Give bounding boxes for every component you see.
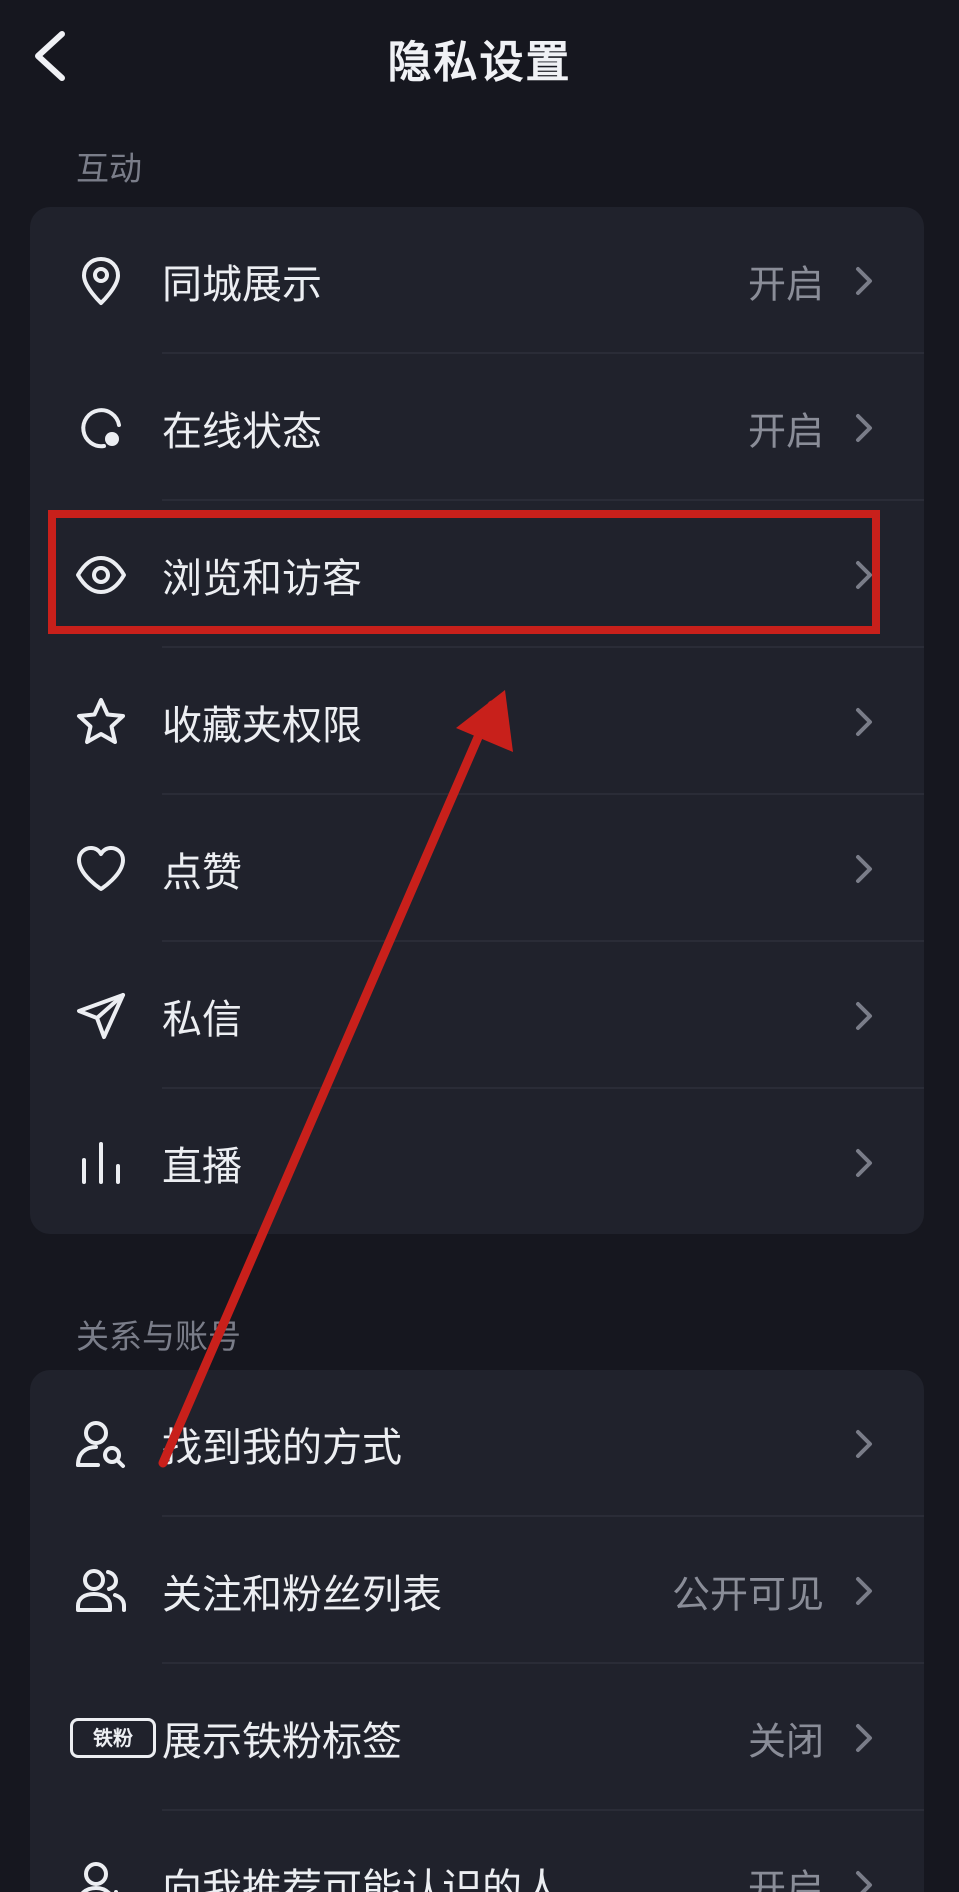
header: 隐私设置 — [0, 0, 959, 112]
users-icon — [76, 1568, 126, 1612]
setting-row-direct-messages[interactable]: 私信 — [30, 942, 924, 1089]
user-search-icon — [76, 1420, 125, 1468]
annotation-highlight-box — [48, 510, 880, 634]
location-pin-icon — [82, 256, 120, 305]
setting-row-show-iron-fan-tag[interactable]: 铁粉 展示铁粉标签 关闭 — [30, 1664, 924, 1811]
chevron-right-icon — [856, 1001, 872, 1030]
setting-value: 公开可见 — [671, 1572, 824, 1616]
setting-value: 开启 — [747, 262, 824, 306]
setting-row-nearby-display[interactable]: 同城展示 开启 — [30, 207, 924, 354]
setting-value: 关闭 — [747, 1719, 824, 1763]
online-status-icon — [81, 407, 121, 448]
chevron-right-icon — [856, 266, 872, 295]
chevron-right-icon — [856, 854, 872, 883]
section-title-interaction: 互动 — [76, 149, 142, 188]
setting-row-ways-to-find-me[interactable]: 找到我的方式 — [30, 1370, 924, 1517]
chevron-right-icon — [856, 1576, 872, 1605]
chevron-right-icon — [856, 707, 872, 736]
setting-row-likes[interactable]: 点赞 — [30, 795, 924, 942]
chevron-right-icon — [856, 413, 872, 442]
setting-label: 点赞 — [162, 849, 242, 896]
setting-label: 直播 — [162, 1143, 242, 1190]
page-title: 隐私设置 — [387, 37, 572, 88]
setting-label: 展示铁粉标签 — [162, 1718, 402, 1765]
tag-icon: 铁粉 — [70, 1717, 156, 1758]
setting-label: 同城展示 — [162, 261, 322, 308]
setting-label: 收藏夹权限 — [162, 702, 362, 749]
setting-row-following-followers-list[interactable]: 关注和粉丝列表 公开可见 — [30, 1517, 924, 1664]
setting-value: 开启 — [747, 409, 824, 453]
setting-row-recommend-people[interactable]: 向我推荐可能认识的人 开启 — [30, 1811, 924, 1892]
heart-icon — [77, 845, 125, 891]
setting-label: 在线状态 — [162, 408, 322, 455]
bars-icon — [82, 1141, 120, 1184]
chevron-right-icon — [856, 1429, 872, 1458]
privacy-settings-page: 隐私设置 互动 同城展示 开启 在线状态 开启 浏览和访客 收藏夹权限 点赞 私… — [0, 0, 959, 1892]
relationship-settings-card: 找到我的方式 关注和粉丝列表 公开可见 铁粉 展示铁粉标签 关闭 向我推荐可能认… — [30, 1370, 924, 1892]
setting-row-favorites-permission[interactable]: 收藏夹权限 — [30, 648, 924, 795]
setting-value: 开启 — [747, 1866, 824, 1892]
star-icon — [77, 697, 125, 744]
setting-row-live-stream[interactable]: 直播 — [30, 1089, 924, 1234]
setting-label: 找到我的方式 — [162, 1424, 402, 1471]
setting-label: 关注和粉丝列表 — [162, 1571, 442, 1618]
chevron-right-icon — [856, 1723, 872, 1752]
chevron-right-icon — [856, 1148, 872, 1177]
setting-row-online-status[interactable]: 在线状态 开启 — [30, 354, 924, 501]
interaction-settings-card: 同城展示 开启 在线状态 开启 浏览和访客 收藏夹权限 点赞 私信 直播 — [30, 207, 924, 1234]
send-icon — [77, 992, 125, 1039]
setting-label: 私信 — [162, 996, 242, 1043]
setting-label: 向我推荐可能认识的人 — [162, 1865, 562, 1892]
user-add-icon — [80, 1861, 118, 1892]
chevron-right-icon — [856, 1870, 872, 1892]
section-title-relationship-account: 关系与账号 — [76, 1317, 241, 1356]
